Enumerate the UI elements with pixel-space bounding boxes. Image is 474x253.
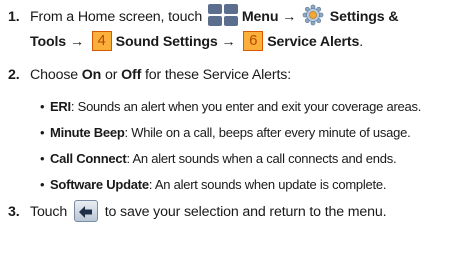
arrow: → [66,34,88,50]
bullet-term: Software Update [50,177,149,192]
menu-grid-icon [207,4,240,27]
bullet-dot: • [40,151,45,166]
key-4-icon: 4 [91,31,112,52]
step-number: 1. [8,9,20,25]
step-text: or [101,67,122,83]
bullet-desc: : An alert sounds when update is complet… [148,177,387,192]
service-alerts-label: Service Alerts [267,34,360,50]
menu-label: Menu [241,9,279,25]
bullet-desc: : While on a call, beeps after every min… [124,125,411,140]
bullet-dot: • [40,177,45,192]
bullet-item-minute-beep: • Minute Beep: While on a call, beeps aft… [40,123,411,143]
step-text: Touch [30,204,71,220]
key-6-icon: 6 [243,31,264,52]
bullet-desc: : An alert sounds when a call connects a… [126,151,397,166]
settings-label-continued: Tools [30,34,67,50]
step-1-continued: Tools → 4 Sound Settings → 6 Service Alert… [30,31,363,53]
settings-label: Settings & [329,9,399,25]
on-label: On [81,67,102,83]
period: . [359,34,364,50]
step-text: Choose [30,67,82,83]
step-text: From a Home screen, touch [30,9,206,25]
bullet-term: ERI [50,99,71,114]
step-number: 3. [8,204,20,220]
step-number: 2. [8,67,20,83]
back-arrow-icon [73,200,98,223]
step-text: for these Service Alerts: [141,67,292,83]
arrow: → [217,34,240,50]
arrow: → [278,9,300,25]
bullet-term: Call Connect [50,151,127,166]
bullet-dot: • [40,99,45,114]
bullet-desc: : Sounds an alert when you enter and exi… [70,99,422,114]
bullet-dot: • [40,125,45,140]
bullet-item-eri: • ERI: Sounds an alert when you enter and… [40,97,421,117]
off-label: Off [121,67,142,83]
step-1: 1. From a Home screen, touch Menu → Setti… [8,4,399,28]
bullet-item-call-connect: • Call Connect: An alert sounds when a ca… [40,149,397,169]
step-2: 2. Choose On or Off for these Service Ale… [8,64,291,86]
step-3: 3. Touch to save your selection and retur… [8,200,387,223]
step-text: to save your selection and return to the… [100,204,387,220]
sound-settings-label: Sound Settings [115,34,218,50]
gear-icon [302,4,324,26]
bullet-term: Minute Beep [50,125,125,140]
bullet-item-software-update: • Software Update: An alert sounds when u… [40,175,386,195]
